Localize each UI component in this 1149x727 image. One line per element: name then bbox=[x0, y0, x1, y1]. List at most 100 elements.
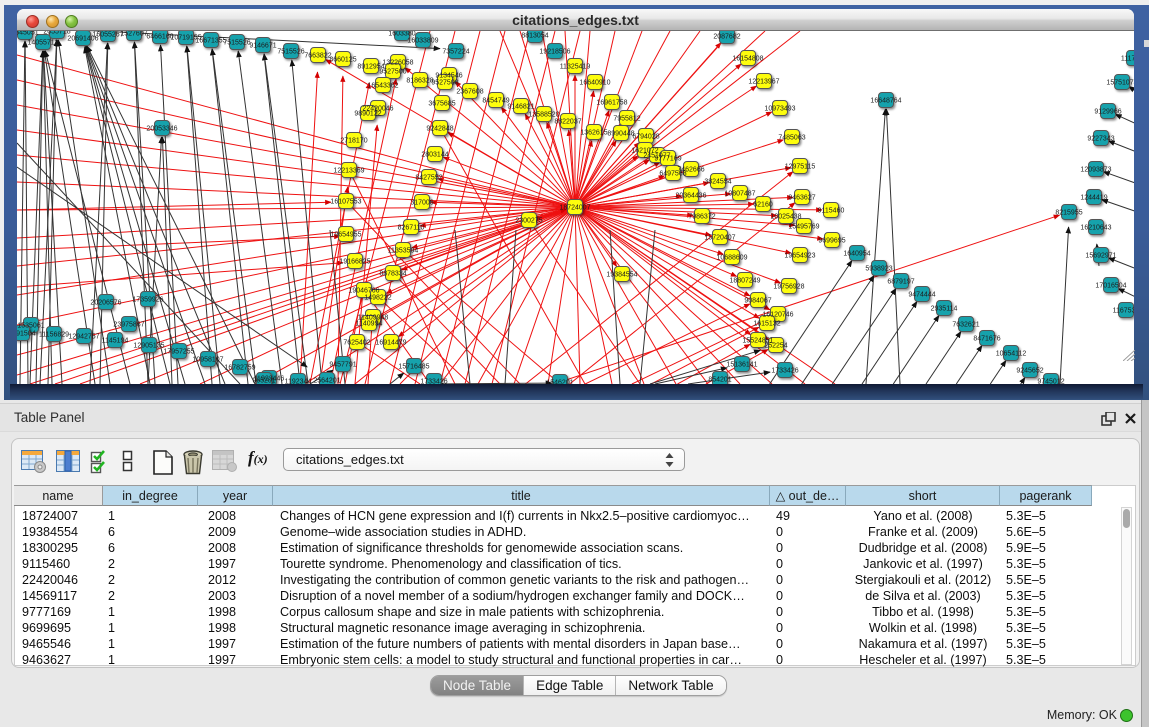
svg-text:7986372: 7986372 bbox=[688, 214, 715, 221]
svg-text:8267110: 8267110 bbox=[398, 225, 425, 232]
svg-text:10973493: 10973493 bbox=[764, 106, 795, 113]
svg-text:252254: 252254 bbox=[764, 343, 787, 350]
svg-text:18724007: 18724007 bbox=[559, 205, 590, 212]
svg-text:12905135: 12905135 bbox=[133, 343, 164, 350]
svg-text:19756928: 19756928 bbox=[773, 284, 804, 291]
svg-text:10654112: 10654112 bbox=[996, 351, 1027, 358]
svg-text:2564201: 2564201 bbox=[313, 378, 340, 384]
svg-text:16782759: 16782759 bbox=[224, 365, 255, 372]
svg-text:9115460: 9115460 bbox=[818, 208, 845, 215]
svg-text:19654955: 19654955 bbox=[330, 232, 361, 239]
svg-text:8215955: 8215955 bbox=[1055, 210, 1082, 217]
svg-text:10958107: 10958107 bbox=[192, 357, 223, 364]
svg-text:14055712: 14055712 bbox=[27, 40, 58, 47]
svg-text:7515526: 7515526 bbox=[277, 49, 304, 56]
svg-text:19046766: 19046766 bbox=[348, 288, 379, 295]
svg-text:1140994: 1140994 bbox=[356, 321, 383, 328]
svg-text:17957255: 17957255 bbox=[163, 349, 194, 356]
svg-text:19384554: 19384554 bbox=[606, 272, 637, 279]
svg-text:9129966: 9129966 bbox=[1094, 109, 1121, 116]
svg-text:9463627: 9463627 bbox=[788, 195, 815, 202]
svg-text:16648764: 16648764 bbox=[870, 98, 901, 105]
svg-text:1640954: 1640954 bbox=[843, 251, 870, 258]
svg-text:15720407: 15720407 bbox=[704, 235, 735, 242]
svg-text:8990448: 8990448 bbox=[607, 131, 634, 138]
svg-text:17016504: 17016504 bbox=[1095, 283, 1126, 290]
svg-text:6879197: 6879197 bbox=[887, 279, 914, 286]
svg-text:2718170: 2718170 bbox=[340, 138, 367, 145]
svg-text:10807487: 10807487 bbox=[724, 191, 755, 198]
svg-text:965201: 965201 bbox=[252, 378, 275, 384]
svg-text:62160: 62160 bbox=[753, 202, 773, 209]
svg-text:1535061: 1535061 bbox=[17, 323, 44, 330]
svg-text:854201: 854201 bbox=[708, 377, 731, 384]
svg-text:6794028: 6794028 bbox=[632, 134, 659, 141]
svg-text:7955812: 7955812 bbox=[613, 116, 640, 123]
svg-text:19654923: 19654923 bbox=[784, 253, 815, 260]
svg-text:15692971: 15692971 bbox=[1085, 253, 1116, 260]
svg-text:7515526: 7515526 bbox=[223, 40, 250, 47]
svg-text:6497568: 6497568 bbox=[659, 171, 686, 178]
svg-text:16120746: 16120746 bbox=[762, 312, 793, 319]
svg-text:1615132: 1615132 bbox=[753, 321, 780, 328]
svg-text:12213967: 12213967 bbox=[748, 79, 779, 86]
svg-text:20206576: 20206576 bbox=[90, 300, 121, 307]
svg-text:2935114: 2935114 bbox=[931, 306, 958, 313]
svg-text:16671355: 16671355 bbox=[195, 38, 226, 45]
svg-text:8427552: 8427552 bbox=[415, 175, 442, 182]
svg-text:8186328: 8186328 bbox=[406, 78, 433, 85]
svg-text:2367608: 2367608 bbox=[456, 89, 483, 96]
svg-text:9527508: 9527508 bbox=[431, 80, 458, 87]
svg-text:16210643: 16210643 bbox=[1080, 225, 1111, 232]
svg-text:1733426: 1733426 bbox=[420, 379, 447, 384]
svg-text:9457791: 9457791 bbox=[329, 362, 356, 369]
svg-text:16107553: 16107553 bbox=[330, 199, 361, 206]
svg-text:16543362: 16543362 bbox=[367, 83, 398, 90]
svg-text:1733426: 1733426 bbox=[771, 368, 798, 375]
svg-text:1362615: 1362615 bbox=[580, 130, 607, 137]
svg-text:3675685: 3675685 bbox=[428, 101, 455, 108]
svg-text:16033809: 16033809 bbox=[407, 38, 438, 45]
svg-text:11353594: 11353594 bbox=[388, 248, 419, 255]
svg-text:10025438: 10025438 bbox=[770, 214, 801, 221]
svg-text:9745012: 9745012 bbox=[1037, 379, 1064, 384]
svg-text:9242848: 9242848 bbox=[426, 126, 453, 133]
svg-text:8813054: 8813054 bbox=[521, 33, 548, 40]
svg-text:16055267: 16055267 bbox=[92, 32, 123, 39]
svg-text:5938923: 5938923 bbox=[865, 266, 892, 273]
svg-text:317006: 317006 bbox=[410, 200, 433, 207]
svg-text:7357224: 7357224 bbox=[442, 49, 469, 56]
svg-text:9527500: 9527500 bbox=[379, 69, 406, 76]
svg-text:1391504: 1391504 bbox=[17, 331, 36, 338]
svg-text:12942757: 12942757 bbox=[68, 334, 99, 341]
svg-text:15716485: 15716485 bbox=[398, 364, 429, 371]
svg-text:9699695: 9699695 bbox=[818, 238, 845, 245]
svg-text:15751074: 15751074 bbox=[1106, 80, 1134, 87]
svg-text:16961758: 16961758 bbox=[596, 100, 627, 107]
svg-text:20053346: 20053346 bbox=[146, 126, 177, 133]
svg-text:2300275: 2300275 bbox=[515, 218, 542, 225]
svg-text:12213369: 12213369 bbox=[333, 168, 364, 175]
svg-text:1145194: 1145194 bbox=[102, 338, 129, 345]
svg-text:8660125: 8660125 bbox=[329, 57, 356, 64]
svg-text:3824554: 3824554 bbox=[704, 179, 731, 186]
svg-text:16640910: 16640910 bbox=[579, 80, 610, 87]
svg-text:2803144: 2803144 bbox=[421, 152, 448, 159]
svg-text:9146821: 9146821 bbox=[507, 104, 534, 111]
svg-text:1345051: 1345051 bbox=[17, 31, 39, 37]
svg-text:15495769: 15495769 bbox=[788, 224, 819, 231]
svg-text:17359926: 17359926 bbox=[132, 297, 163, 304]
svg-text:9227343: 9227343 bbox=[1087, 136, 1114, 143]
svg-text:16154808: 16154808 bbox=[732, 56, 763, 63]
svg-text:19218506: 19218506 bbox=[539, 49, 570, 56]
svg-text:11156829: 11156829 bbox=[39, 332, 69, 339]
svg-text:9084067: 9084067 bbox=[744, 298, 771, 305]
svg-text:12975115: 12975115 bbox=[785, 164, 816, 171]
svg-text:8454749: 8454749 bbox=[482, 98, 509, 105]
svg-text:8878334: 8878334 bbox=[379, 271, 406, 278]
svg-text:19166825: 19166825 bbox=[339, 259, 370, 266]
svg-text:9134546: 9134546 bbox=[435, 73, 462, 80]
svg-text:2087682: 2087682 bbox=[713, 34, 740, 41]
svg-text:15136141: 15136141 bbox=[726, 362, 757, 369]
svg-text:18807249: 18807249 bbox=[729, 278, 760, 285]
